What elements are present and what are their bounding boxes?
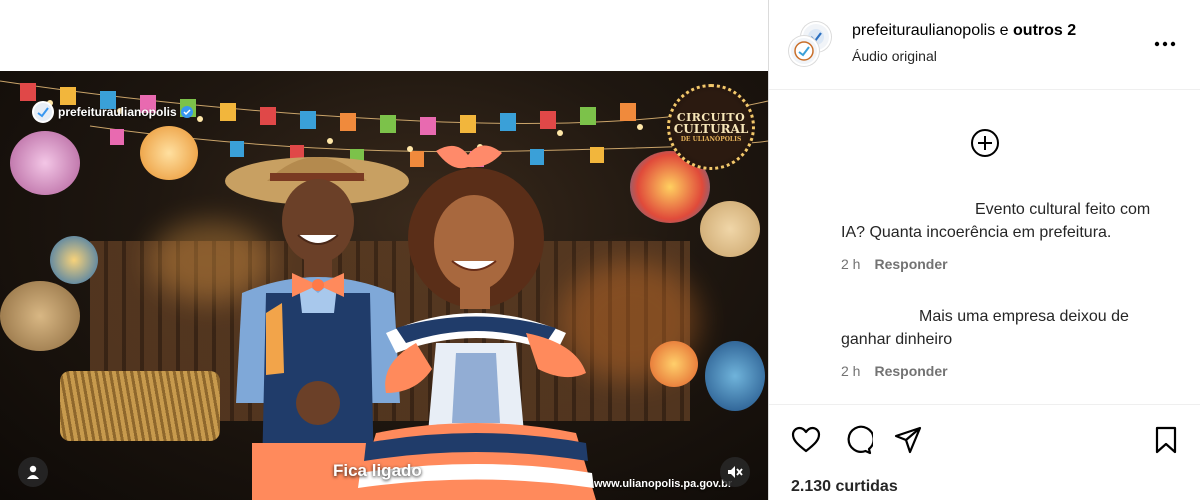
reply-button[interactable]: Responder — [874, 253, 947, 276]
mute-toggle-button[interactable] — [720, 457, 750, 487]
reply-button[interactable]: Responder — [874, 360, 947, 383]
event-logo-badge: CIRCUITO CULTURAL DE ULIANÓPOLIS — [667, 84, 755, 170]
woman-figure — [356, 145, 596, 500]
comment-text: Evento cultural feito com IA? Quanta inc… — [841, 201, 1155, 241]
coauthors-link[interactable]: outros 2 — [1013, 22, 1076, 39]
hay-bale — [60, 371, 220, 441]
avatar[interactable] — [789, 36, 819, 66]
author-username[interactable]: prefeituraulianopolis — [852, 22, 995, 39]
video-caption: Fica ligado — [333, 461, 422, 480]
paper-fan — [700, 201, 760, 257]
badge-line-1: CIRCUITO — [676, 110, 746, 124]
paper-lantern — [140, 126, 198, 180]
author-connector: e — [999, 22, 1009, 39]
more-options-button[interactable] — [1149, 30, 1181, 58]
comment-meta: 2 h Responder — [841, 360, 1171, 383]
badge-line-2: CULTURAL — [673, 121, 749, 136]
comment: Evento cultural feito com IA? Quanta inc… — [841, 198, 1171, 276]
likes-count[interactable]: 2.130 curtidas — [791, 478, 898, 496]
tagged-users-button[interactable] — [18, 457, 48, 487]
heart-icon — [791, 426, 821, 453]
speaker-muted-icon — [728, 466, 743, 478]
comment-icon — [847, 425, 873, 455]
post-action-bar: 2.130 curtidas — [769, 404, 1200, 500]
plus-circle-icon — [971, 129, 999, 157]
municipal-logo-icon — [794, 41, 814, 61]
audio-link[interactable]: Áudio original — [852, 48, 937, 64]
post-header: prefeituraulianopolis e outros 2 Áudio o… — [769, 0, 1200, 90]
save-button[interactable] — [1149, 423, 1183, 457]
badge-line-3: DE ULIANÓPOLIS — [680, 135, 742, 143]
comment: Mais uma empresa deixou de ganhar dinhei… — [841, 305, 1171, 383]
video-watermark: prefeituraulianopolis — [32, 101, 193, 123]
account-logo-icon — [32, 101, 54, 123]
bookmark-icon — [1155, 426, 1177, 454]
comment-button[interactable] — [841, 423, 875, 457]
verified-badge-icon — [180, 106, 193, 118]
author-avatars[interactable] — [789, 22, 833, 68]
more-options-icon — [1154, 41, 1176, 47]
comments-section: Evento cultural feito com IA? Quanta inc… — [769, 91, 1200, 403]
post-side-panel: prefeituraulianopolis e outros 2 Áudio o… — [768, 0, 1200, 500]
media-area: prefeituraulianopolis CIRCUITO CULTURAL … — [0, 0, 768, 500]
watermark-account-name: prefeituraulianopolis — [58, 105, 177, 119]
straw-fan — [0, 281, 80, 351]
send-icon — [894, 426, 922, 454]
video-url: www.ulianopolis.pa.gov.br — [594, 478, 733, 490]
load-more-comments-button[interactable] — [969, 127, 1001, 159]
video-player[interactable]: prefeituraulianopolis CIRCUITO CULTURAL … — [0, 71, 768, 500]
blue-light — [705, 341, 765, 411]
comment-time: 2 h — [841, 256, 861, 272]
paper-lantern — [10, 131, 80, 195]
like-button[interactable] — [789, 423, 823, 457]
comment-text: Mais uma empresa deixou de ganhar dinhei… — [841, 308, 1134, 348]
paper-flower — [650, 341, 698, 387]
share-button[interactable] — [891, 423, 925, 457]
comment-meta: 2 h Responder — [841, 253, 1171, 276]
paper-lantern — [50, 236, 98, 284]
post-author-line[interactable]: prefeituraulianopolis e outros 2 — [852, 22, 1076, 40]
user-icon — [27, 465, 39, 479]
comment-time: 2 h — [841, 363, 861, 379]
